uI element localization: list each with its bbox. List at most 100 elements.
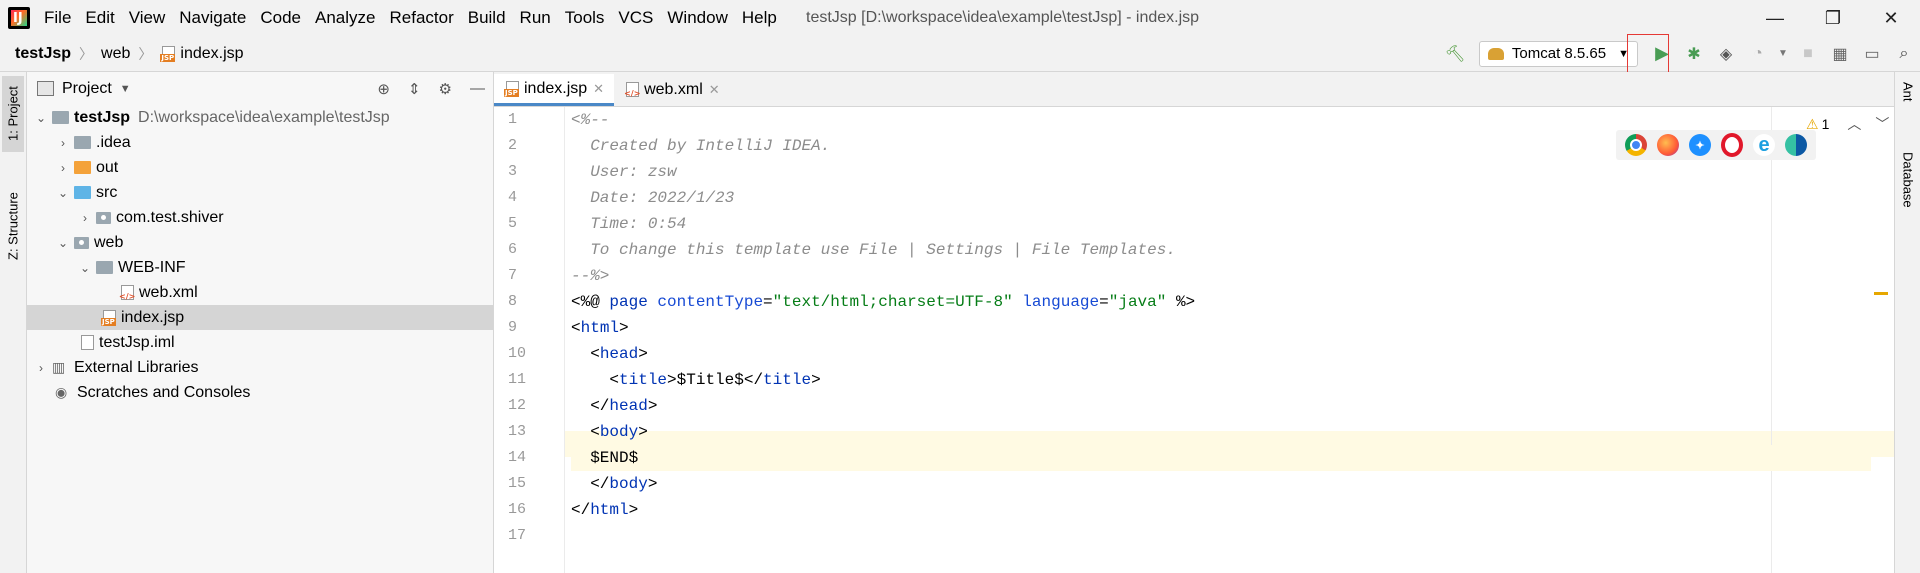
firefox-icon[interactable] bbox=[1657, 134, 1679, 156]
project-panel-title[interactable]: Project bbox=[62, 80, 112, 98]
structure-tool-tab[interactable]: Z: Structure bbox=[2, 176, 24, 276]
menu-refactor[interactable]: Refactor bbox=[389, 8, 453, 28]
tree-item-scratches[interactable]: ◉ Scratches and Consoles bbox=[27, 380, 493, 405]
code-token: body bbox=[609, 475, 648, 493]
ant-tool-tab[interactable]: Ant bbox=[1897, 78, 1919, 126]
chevron-right-icon[interactable]: › bbox=[77, 211, 93, 225]
xml-file-icon: </> bbox=[119, 284, 135, 301]
module-folder-icon bbox=[52, 111, 69, 124]
tree-item-testjsp[interactable]: ⌄ testJsp D:\workspace\idea\example\test… bbox=[27, 105, 493, 130]
code-token: < bbox=[571, 345, 600, 363]
stop-icon[interactable]: ■ bbox=[1794, 40, 1822, 68]
chevron-right-icon[interactable]: › bbox=[55, 161, 71, 175]
code-token: > bbox=[628, 501, 639, 519]
tree-item-idea[interactable]: › .idea bbox=[27, 130, 493, 155]
chevron-right-icon[interactable]: › bbox=[55, 136, 71, 150]
menu-code[interactable]: Code bbox=[260, 8, 301, 28]
restore-icon[interactable]: ❐ bbox=[1804, 0, 1862, 36]
locate-file-icon[interactable]: ⊕ bbox=[377, 80, 390, 98]
previous-highlight-icon[interactable]: ︿ bbox=[1847, 114, 1861, 134]
code-line: User: zsw bbox=[571, 159, 1871, 185]
menu-help[interactable]: Help bbox=[742, 8, 777, 28]
more-run-options-icon[interactable]: ▼ bbox=[1776, 40, 1790, 68]
project-tool-tab[interactable]: 1: Project bbox=[2, 76, 24, 152]
close-window-icon[interactable]: ✕ bbox=[1862, 0, 1920, 36]
menu-analyze[interactable]: Analyze bbox=[315, 8, 375, 28]
tree-item-iml[interactable]: testJsp.iml bbox=[27, 330, 493, 355]
tree-item-web[interactable]: ⌄ web bbox=[27, 230, 493, 255]
menu-run[interactable]: Run bbox=[520, 8, 551, 28]
tree-item-label: index.jsp bbox=[121, 308, 185, 326]
code-line: <%@ page contentType="text/html;charset=… bbox=[571, 289, 1871, 315]
chevron-right-icon[interactable]: › bbox=[33, 361, 49, 375]
code-token: title bbox=[763, 371, 812, 389]
internet-explorer-icon[interactable]: e bbox=[1753, 134, 1775, 156]
chrome-icon[interactable] bbox=[1625, 134, 1647, 156]
line-number: 16 bbox=[508, 501, 527, 518]
tree-item-external-libraries[interactable]: › ▥ External Libraries bbox=[27, 355, 493, 380]
inspection-widget[interactable]: ⚠ 1 ︿ ﹀ bbox=[1806, 114, 1889, 134]
excluded-folder-icon bbox=[74, 161, 91, 174]
menu-build[interactable]: Build bbox=[468, 8, 506, 28]
tree-item-web-inf[interactable]: ⌄ WEB-INF bbox=[27, 255, 493, 280]
database-tool-tab[interactable]: Database bbox=[1897, 148, 1919, 236]
source-folder-icon bbox=[74, 186, 91, 199]
tree-item-src[interactable]: ⌄ src bbox=[27, 180, 493, 205]
chevron-down-icon[interactable]: ⌄ bbox=[33, 111, 49, 125]
tree-item-label: WEB-INF bbox=[118, 258, 186, 276]
line-number: 13 bbox=[508, 423, 527, 440]
menu-file[interactable]: File bbox=[44, 8, 71, 28]
line-number: 4 bbox=[508, 189, 518, 206]
code-line: Date: 2022/1/23 bbox=[571, 185, 1871, 211]
breadcrumb-file[interactable]: index.jsp bbox=[180, 45, 243, 63]
run-with-coverage-icon[interactable]: ◈ bbox=[1712, 40, 1740, 68]
jsp-file-icon: JSP bbox=[101, 309, 117, 326]
code-token: = bbox=[763, 293, 773, 311]
edge-icon[interactable] bbox=[1785, 134, 1807, 156]
menu-navigate[interactable]: Navigate bbox=[179, 8, 246, 28]
project-structure-icon[interactable]: ▦ bbox=[1826, 40, 1854, 68]
menu-view[interactable]: View bbox=[129, 8, 166, 28]
profile-icon[interactable]: ◔ bbox=[1744, 40, 1772, 68]
next-highlight-icon[interactable]: ﹀ bbox=[1875, 114, 1889, 134]
run-anything-icon[interactable]: ▭ bbox=[1858, 40, 1886, 68]
gear-icon[interactable]: ⚙ bbox=[439, 80, 452, 98]
hide-panel-icon[interactable]: — bbox=[470, 80, 485, 97]
safari-icon[interactable]: ✦ bbox=[1689, 134, 1711, 156]
code-token: %> bbox=[1166, 293, 1196, 311]
opera-icon[interactable] bbox=[1721, 133, 1743, 157]
tree-item-index-jsp[interactable]: JSP index.jsp bbox=[27, 305, 493, 330]
chevron-down-icon[interactable]: ⌄ bbox=[77, 261, 93, 275]
tab-index-jsp[interactable]: JSP index.jsp ✕ bbox=[494, 74, 615, 106]
chevron-down-icon[interactable]: ⌄ bbox=[55, 236, 71, 250]
code-line: To change this template use File | Setti… bbox=[571, 237, 1871, 263]
chevron-down-icon[interactable]: ⌄ bbox=[55, 186, 71, 200]
code-editor[interactable]: <%-- Created by IntelliJ IDEA. User: zsw… bbox=[571, 107, 1871, 573]
tab-web-xml[interactable]: </> web.xml ✕ bbox=[614, 74, 730, 106]
breadcrumb-project[interactable]: testJsp bbox=[15, 45, 71, 63]
tree-item-out[interactable]: › out bbox=[27, 155, 493, 180]
minimize-icon[interactable]: — bbox=[1746, 0, 1804, 36]
code-comment: Created by IntelliJ IDEA. bbox=[571, 137, 831, 155]
menu-edit[interactable]: Edit bbox=[85, 8, 114, 28]
code-token: </ bbox=[571, 397, 610, 415]
warning-stripe-marker[interactable] bbox=[1874, 292, 1888, 295]
debug-icon[interactable]: ✱ bbox=[1680, 40, 1708, 68]
tree-item-web-xml[interactable]: </> web.xml bbox=[27, 280, 493, 305]
collapse-all-icon[interactable]: ⇕ bbox=[408, 80, 421, 98]
code-token: "java" bbox=[1108, 293, 1167, 311]
chevron-down-icon[interactable]: ▼ bbox=[120, 83, 131, 95]
run-configuration-selector[interactable]: Tomcat 8.5.65 ▼ bbox=[1478, 40, 1638, 67]
code-line: <title>$Title$</title> bbox=[571, 367, 1871, 393]
breadcrumb-web[interactable]: web bbox=[101, 45, 130, 63]
build-hammer-icon[interactable]: 🔨︎ bbox=[1441, 40, 1469, 68]
menu-vcs[interactable]: VCS bbox=[618, 8, 653, 28]
tree-item-label: out bbox=[96, 158, 119, 176]
code-token: < bbox=[571, 423, 600, 441]
menu-window[interactable]: Window bbox=[667, 8, 727, 28]
tree-item-package[interactable]: › com.test.shiver bbox=[27, 205, 493, 230]
search-icon[interactable]: ⌕ bbox=[1890, 40, 1918, 68]
menu-tools[interactable]: Tools bbox=[565, 8, 605, 28]
close-tab-icon[interactable]: ✕ bbox=[593, 81, 604, 97]
close-tab-icon[interactable]: ✕ bbox=[709, 82, 720, 98]
